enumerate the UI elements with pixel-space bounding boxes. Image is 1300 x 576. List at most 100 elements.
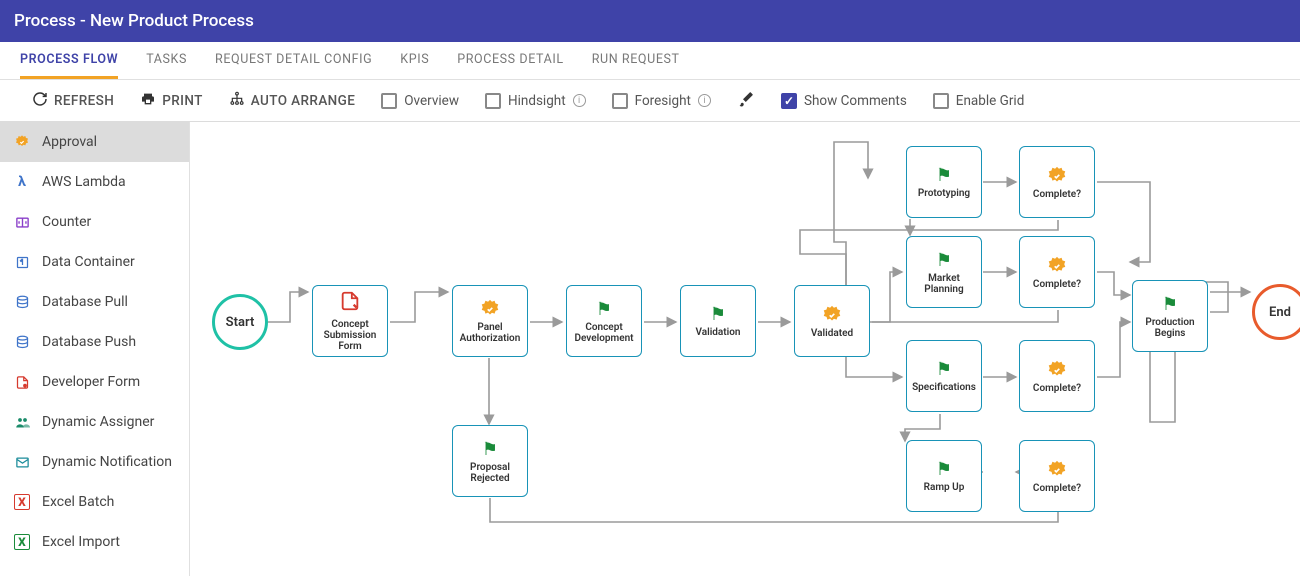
complete-3-node[interactable]: Complete?	[1019, 340, 1095, 412]
flag-icon: ⚑	[936, 250, 952, 271]
validated-node[interactable]: Validated	[794, 285, 870, 357]
print-button[interactable]: PRINT	[140, 91, 203, 111]
palette-item-database-push[interactable]: Database Push	[0, 322, 189, 362]
node-label: Complete?	[1033, 279, 1081, 290]
page-title: Process - New Product Process	[14, 11, 254, 31]
palette-item-counter[interactable]: Counter	[0, 202, 189, 242]
enable-grid-checkbox[interactable]: Enable Grid	[933, 93, 1025, 109]
tab-strip: PROCESS FLOW TASKS REQUEST DETAIL CONFIG…	[0, 42, 1300, 80]
tab-request-detail-config[interactable]: REQUEST DETAIL CONFIG	[215, 42, 372, 79]
palette-item-dynamic-notification[interactable]: Dynamic Notification	[0, 442, 189, 482]
concept-submission-form-node[interactable]: Concept Submission Form	[312, 285, 388, 357]
node-label: Production Begins	[1135, 317, 1205, 339]
complete-1-node[interactable]: Complete?	[1019, 146, 1095, 218]
process-canvas[interactable]: Start Concept Submission Form Panel Auth…	[190, 122, 1300, 576]
end-node[interactable]: End	[1252, 284, 1300, 340]
palette-item-data-container[interactable]: Data Container	[0, 242, 189, 282]
excel-import-icon: X	[14, 534, 30, 550]
brush-icon[interactable]	[737, 90, 755, 112]
palette-item-excel-batch[interactable]: X Excel Batch	[0, 482, 189, 522]
flag-icon: ⚑	[710, 304, 726, 325]
proposal-rejected-node[interactable]: ⚑ Proposal Rejected	[452, 425, 528, 497]
print-icon	[140, 91, 156, 111]
palette-item-approval[interactable]: Approval	[0, 122, 189, 162]
checkbox-icon	[612, 93, 628, 109]
concept-development-node[interactable]: ⚑ Concept Development	[566, 285, 642, 357]
specifications-node[interactable]: ⚑ Specifications	[906, 340, 982, 412]
panel-authorization-node[interactable]: Panel Authorization	[452, 285, 528, 357]
container-icon	[14, 254, 30, 270]
node-label: Concept Development	[569, 322, 639, 344]
node-label: End	[1269, 305, 1291, 320]
developer-form-icon	[14, 374, 30, 390]
database-pull-icon	[14, 294, 30, 310]
counter-icon	[14, 214, 30, 230]
foresight-checkbox[interactable]: Foresight i	[612, 93, 711, 109]
validation-node[interactable]: ⚑ Validation	[680, 285, 756, 357]
form-icon	[339, 290, 361, 317]
tree-icon	[229, 91, 245, 111]
checkbox-checked-icon: ✓	[781, 93, 797, 109]
notification-icon	[14, 454, 30, 470]
node-label: Complete?	[1033, 383, 1081, 394]
market-planning-node[interactable]: ⚑ Market Planning	[906, 236, 982, 308]
node-label: Start	[226, 315, 255, 330]
info-icon: i	[573, 94, 586, 107]
complete-4-node[interactable]: Complete?	[1019, 440, 1095, 512]
workspace: Approval λ AWS Lambda Counter Data Conta…	[0, 122, 1300, 576]
approval-icon	[1046, 359, 1068, 381]
palette-item-database-pull[interactable]: Database Pull	[0, 282, 189, 322]
approval-icon	[1046, 459, 1068, 481]
refresh-button[interactable]: REFRESH	[32, 91, 114, 111]
show-comments-checkbox[interactable]: ✓ Show Comments	[781, 93, 907, 109]
hindsight-checkbox[interactable]: Hindsight i	[485, 93, 586, 109]
palette-item-aws-lambda[interactable]: λ AWS Lambda	[0, 162, 189, 202]
palette-sidebar[interactable]: Approval λ AWS Lambda Counter Data Conta…	[0, 122, 190, 576]
assigner-icon	[14, 414, 30, 430]
title-bar: Process - New Product Process	[0, 0, 1300, 42]
tab-process-flow[interactable]: PROCESS FLOW	[20, 42, 118, 79]
node-label: Market Planning	[909, 273, 979, 295]
flag-icon: ⚑	[936, 459, 952, 480]
palette-item-label: Excel Import	[42, 534, 120, 550]
node-label: Ramp Up	[924, 482, 965, 493]
palette-item-label: Database Pull	[42, 294, 128, 310]
approval-icon	[14, 134, 30, 150]
node-label: Specifications	[912, 382, 976, 393]
tab-tasks[interactable]: TASKS	[146, 42, 187, 79]
tab-run-request[interactable]: RUN REQUEST	[592, 42, 680, 79]
approval-icon	[1046, 255, 1068, 277]
node-label: Complete?	[1033, 189, 1081, 200]
auto-arrange-button[interactable]: AUTO ARRANGE	[229, 91, 355, 111]
approval-icon	[479, 298, 501, 320]
production-begins-node[interactable]: ⚑ Production Begins	[1132, 280, 1208, 352]
prototyping-node[interactable]: ⚑ Prototyping	[906, 146, 982, 218]
ramp-up-node[interactable]: ⚑ Ramp Up	[906, 440, 982, 512]
palette-item-label: Excel Batch	[42, 494, 114, 510]
lambda-icon: λ	[14, 174, 30, 190]
excel-batch-icon: X	[14, 494, 30, 510]
tab-process-detail[interactable]: PROCESS DETAIL	[457, 42, 563, 79]
toolbar: REFRESH PRINT AUTO ARRANGE Overview Hind…	[0, 80, 1300, 122]
palette-item-label: Database Push	[42, 334, 136, 350]
node-label: Validation	[695, 327, 740, 338]
palette-item-excel-import[interactable]: X Excel Import	[0, 522, 189, 562]
palette-item-dynamic-assigner[interactable]: Dynamic Assigner	[0, 402, 189, 442]
flag-icon: ⚑	[596, 299, 612, 320]
checkbox-icon	[933, 93, 949, 109]
approval-icon	[1046, 165, 1068, 187]
start-node[interactable]: Start	[212, 294, 268, 350]
node-label: Panel Authorization	[455, 322, 525, 344]
palette-item-developer-form[interactable]: Developer Form	[0, 362, 189, 402]
checkbox-icon	[381, 93, 397, 109]
tab-kpis[interactable]: KPIS	[400, 42, 429, 79]
flag-icon: ⚑	[936, 165, 952, 186]
flag-icon: ⚑	[936, 359, 952, 380]
flag-icon: ⚑	[482, 439, 498, 460]
complete-2-node[interactable]: Complete?	[1019, 236, 1095, 308]
palette-item-label: Data Container	[42, 254, 135, 270]
flag-icon: ⚑	[1162, 294, 1178, 315]
node-label: Concept Submission Form	[315, 319, 385, 352]
overview-checkbox[interactable]: Overview	[381, 93, 459, 109]
refresh-icon	[32, 91, 48, 111]
